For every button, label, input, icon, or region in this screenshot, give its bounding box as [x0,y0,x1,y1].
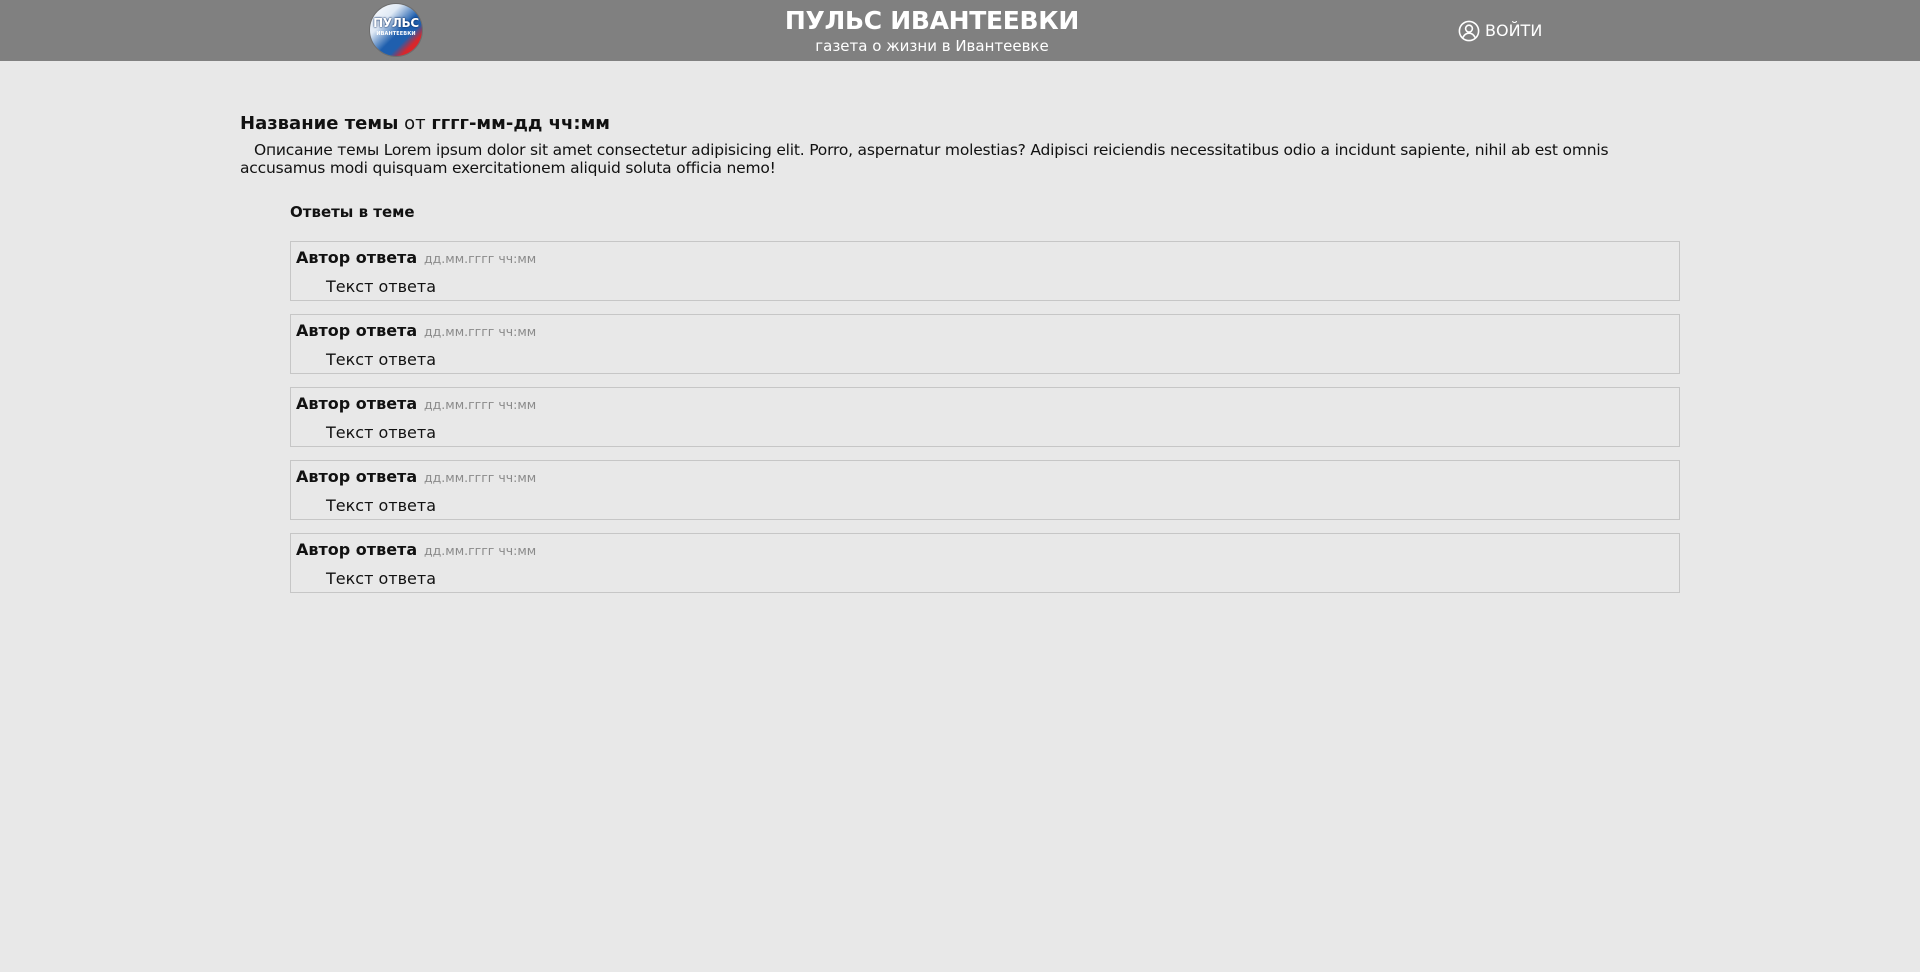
site-header: ПУЛЬС ИВАНТЕЕВКИ ПУЛЬС ИВАНТЕЕВКИ газета… [0,0,1920,61]
logo-text-sub: ИВАНТЕЕВКИ [376,31,416,37]
user-circle-icon [1458,20,1480,42]
reply-text: Текст ответа [326,350,436,369]
reply-item: Автор ответа дд.мм.гггг чч:мм Текст отве… [290,387,1680,447]
reply-date: дд.мм.гггг чч:мм [424,251,537,266]
reply-text: Текст ответа [326,496,436,515]
reply-text: Текст ответа [326,569,436,588]
topic-datetime: гггг-мм-дд чч:мм [431,113,611,134]
replies-heading: Ответы в теме [290,203,415,221]
logo-text-main: ПУЛЬС [373,16,419,30]
reply-date: дд.мм.гггг чч:мм [424,470,537,485]
reply-text: Текст ответа [326,423,436,442]
reply-item: Автор ответа дд.мм.гггг чч:мм Текст отве… [290,460,1680,520]
reply-date: дд.мм.гггг чч:мм [424,324,537,339]
login-label: ВОЙТИ [1485,21,1543,40]
reply-author[interactable]: Автор ответа [296,540,417,560]
reply-author[interactable]: Автор ответа [296,467,417,487]
reply-item: Автор ответа дд.мм.гггг чч:мм Текст отве… [290,241,1680,301]
reply-author[interactable]: Автор ответа [296,321,417,341]
site-logo[interactable]: ПУЛЬС ИВАНТЕЕВКИ [370,4,422,56]
topic-title: Название темы [240,113,399,134]
topic-heading: Название темы от гггг-мм-дд чч:мм [240,112,610,136]
reply-author[interactable]: Автор ответа [296,394,417,414]
replies-list: Автор ответа дд.мм.гггг чч:мм Текст отве… [290,241,1680,606]
reply-author[interactable]: Автор ответа [296,248,417,268]
reply-text: Текст ответа [326,277,436,296]
site-subtitle: газета о жизни в Ивантеевке [815,37,1049,55]
topic-description: Описание темы Lorem ipsum dolor sit amet… [240,141,1609,177]
reply-item: Автор ответа дд.мм.гггг чч:мм Текст отве… [290,314,1680,374]
topic-by-word: от [404,113,426,134]
reply-item: Автор ответа дд.мм.гггг чч:мм Текст отве… [290,533,1680,593]
reply-date: дд.мм.гггг чч:мм [424,543,537,558]
login-button[interactable]: ВОЙТИ [1458,19,1542,43]
reply-date: дд.мм.гггг чч:мм [424,397,537,412]
site-title[interactable]: ПУЛЬС ИВАНТЕЕВКИ [660,6,1204,36]
